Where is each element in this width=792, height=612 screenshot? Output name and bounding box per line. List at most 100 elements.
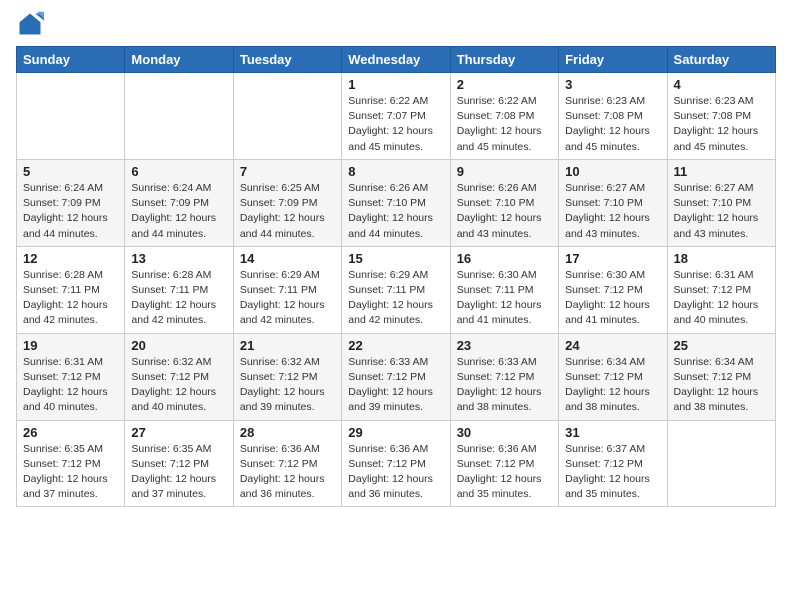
calendar-cell: 22Sunrise: 6:33 AM Sunset: 7:12 PM Dayli… [342,333,450,420]
calendar-header: SundayMondayTuesdayWednesdayThursdayFrid… [17,47,776,73]
day-info: Sunrise: 6:33 AM Sunset: 7:12 PM Dayligh… [457,355,552,416]
day-info: Sunrise: 6:22 AM Sunset: 7:07 PM Dayligh… [348,94,443,155]
day-info: Sunrise: 6:31 AM Sunset: 7:12 PM Dayligh… [23,355,118,416]
day-number: 30 [457,425,552,440]
calendar-cell: 18 Sunrise: 6:31 AM Sunset: 7:12 PM Dayli… [667,246,775,333]
day-number: 18 [674,251,769,266]
calendar-cell: 6 Sunrise: 6:24 AM Sunset: 7:09 PM Daylig… [125,159,233,246]
calendar-cell: 27 Sunrise: 6:35 AM Sunset: 7:12 PM Dayli… [125,420,233,507]
calendar-cell: 26Sunrise: 6:35 AM Sunset: 7:12 PM Dayli… [17,420,125,507]
day-number: 6 [131,164,226,179]
header [16,10,776,38]
day-info: Sunrise: 6:26 AM Sunset: 7:10 PM Dayligh… [348,181,443,242]
logo [16,10,48,38]
day-info: Sunrise: 6:29 AM Sunset: 7:11 PM Dayligh… [240,268,335,329]
day-of-week-sunday: Sunday [17,47,125,73]
day-info: Sunrise: 6:34 AM Sunset: 7:12 PM Dayligh… [565,355,660,416]
calendar-cell: 28 Sunrise: 6:36 AM Sunset: 7:12 PM Dayli… [233,420,341,507]
calendar-cell: 29 Sunrise: 6:36 AM Sunset: 7:12 PM Dayli… [342,420,450,507]
days-header-row: SundayMondayTuesdayWednesdayThursdayFrid… [17,47,776,73]
week-row-5: 26Sunrise: 6:35 AM Sunset: 7:12 PM Dayli… [17,420,776,507]
day-info: Sunrise: 6:30 AM Sunset: 7:11 PM Dayligh… [457,268,552,329]
day-number: 8 [348,164,443,179]
calendar-cell: 21 Sunrise: 6:32 AM Sunset: 7:12 PM Dayli… [233,333,341,420]
day-number: 16 [457,251,552,266]
day-info: Sunrise: 6:22 AM Sunset: 7:08 PM Dayligh… [457,94,552,155]
day-info: Sunrise: 6:32 AM Sunset: 7:12 PM Dayligh… [131,355,226,416]
day-info: Sunrise: 6:34 AM Sunset: 7:12 PM Dayligh… [674,355,769,416]
day-number: 28 [240,425,335,440]
calendar-cell: 12Sunrise: 6:28 AM Sunset: 7:11 PM Dayli… [17,246,125,333]
calendar-cell: 23 Sunrise: 6:33 AM Sunset: 7:12 PM Dayli… [450,333,558,420]
calendar-cell: 30 Sunrise: 6:36 AM Sunset: 7:12 PM Dayli… [450,420,558,507]
day-info: Sunrise: 6:36 AM Sunset: 7:12 PM Dayligh… [348,442,443,503]
day-number: 7 [240,164,335,179]
week-row-1: 1 Sunrise: 6:22 AM Sunset: 7:07 PM Daylig… [17,73,776,160]
calendar-cell: 9Sunrise: 6:26 AM Sunset: 7:10 PM Daylig… [450,159,558,246]
day-info: Sunrise: 6:23 AM Sunset: 7:08 PM Dayligh… [674,94,769,155]
day-number: 23 [457,338,552,353]
day-number: 31 [565,425,660,440]
calendar-cell: 17Sunrise: 6:30 AM Sunset: 7:12 PM Dayli… [559,246,667,333]
day-number: 3 [565,77,660,92]
week-row-4: 19 Sunrise: 6:31 AM Sunset: 7:12 PM Dayli… [17,333,776,420]
day-number: 25 [674,338,769,353]
day-info: Sunrise: 6:35 AM Sunset: 7:12 PM Dayligh… [23,442,118,503]
calendar-cell: 2 Sunrise: 6:22 AM Sunset: 7:08 PM Daylig… [450,73,558,160]
day-info: Sunrise: 6:27 AM Sunset: 7:10 PM Dayligh… [565,181,660,242]
day-number: 17 [565,251,660,266]
calendar-cell: 16 Sunrise: 6:30 AM Sunset: 7:11 PM Dayli… [450,246,558,333]
calendar-cell: 7 Sunrise: 6:25 AM Sunset: 7:09 PM Daylig… [233,159,341,246]
day-number: 4 [674,77,769,92]
calendar-cell: 11Sunrise: 6:27 AM Sunset: 7:10 PM Dayli… [667,159,775,246]
day-info: Sunrise: 6:28 AM Sunset: 7:11 PM Dayligh… [23,268,118,329]
day-info: Sunrise: 6:26 AM Sunset: 7:10 PM Dayligh… [457,181,552,242]
day-number: 20 [131,338,226,353]
week-row-3: 12Sunrise: 6:28 AM Sunset: 7:11 PM Dayli… [17,246,776,333]
day-number: 1 [348,77,443,92]
day-info: Sunrise: 6:36 AM Sunset: 7:12 PM Dayligh… [240,442,335,503]
calendar-cell [17,73,125,160]
calendar-cell: 4 Sunrise: 6:23 AM Sunset: 7:08 PM Daylig… [667,73,775,160]
calendar-cell: 5 Sunrise: 6:24 AM Sunset: 7:09 PM Daylig… [17,159,125,246]
week-row-2: 5 Sunrise: 6:24 AM Sunset: 7:09 PM Daylig… [17,159,776,246]
calendar-cell: 14 Sunrise: 6:29 AM Sunset: 7:11 PM Dayli… [233,246,341,333]
day-of-week-thursday: Thursday [450,47,558,73]
day-number: 15 [348,251,443,266]
day-number: 29 [348,425,443,440]
day-number: 11 [674,164,769,179]
day-number: 2 [457,77,552,92]
day-of-week-monday: Monday [125,47,233,73]
logo-icon [16,10,44,38]
calendar-body: 1 Sunrise: 6:22 AM Sunset: 7:07 PM Daylig… [17,73,776,507]
day-info: Sunrise: 6:33 AM Sunset: 7:12 PM Dayligh… [348,355,443,416]
day-info: Sunrise: 6:28 AM Sunset: 7:11 PM Dayligh… [131,268,226,329]
day-info: Sunrise: 6:23 AM Sunset: 7:08 PM Dayligh… [565,94,660,155]
calendar-cell: 3 Sunrise: 6:23 AM Sunset: 7:08 PM Daylig… [559,73,667,160]
calendar-cell: 15Sunrise: 6:29 AM Sunset: 7:11 PM Dayli… [342,246,450,333]
day-info: Sunrise: 6:35 AM Sunset: 7:12 PM Dayligh… [131,442,226,503]
day-info: Sunrise: 6:37 AM Sunset: 7:12 PM Dayligh… [565,442,660,503]
day-info: Sunrise: 6:32 AM Sunset: 7:12 PM Dayligh… [240,355,335,416]
day-info: Sunrise: 6:25 AM Sunset: 7:09 PM Dayligh… [240,181,335,242]
day-number: 19 [23,338,118,353]
calendar-cell: 31 Sunrise: 6:37 AM Sunset: 7:12 PM Dayli… [559,420,667,507]
day-number: 14 [240,251,335,266]
calendar-cell: 13Sunrise: 6:28 AM Sunset: 7:11 PM Dayli… [125,246,233,333]
day-of-week-friday: Friday [559,47,667,73]
day-of-week-saturday: Saturday [667,47,775,73]
calendar-table: SundayMondayTuesdayWednesdayThursdayFrid… [16,46,776,507]
day-info: Sunrise: 6:31 AM Sunset: 7:12 PM Dayligh… [674,268,769,329]
day-number: 21 [240,338,335,353]
day-info: Sunrise: 6:36 AM Sunset: 7:12 PM Dayligh… [457,442,552,503]
day-number: 24 [565,338,660,353]
calendar-cell: 8 Sunrise: 6:26 AM Sunset: 7:10 PM Daylig… [342,159,450,246]
day-of-week-wednesday: Wednesday [342,47,450,73]
calendar-cell: 24 Sunrise: 6:34 AM Sunset: 7:12 PM Dayli… [559,333,667,420]
day-info: Sunrise: 6:24 AM Sunset: 7:09 PM Dayligh… [23,181,118,242]
day-number: 5 [23,164,118,179]
calendar-cell: 20 Sunrise: 6:32 AM Sunset: 7:12 PM Dayli… [125,333,233,420]
day-info: Sunrise: 6:24 AM Sunset: 7:09 PM Dayligh… [131,181,226,242]
day-number: 27 [131,425,226,440]
day-of-week-tuesday: Tuesday [233,47,341,73]
